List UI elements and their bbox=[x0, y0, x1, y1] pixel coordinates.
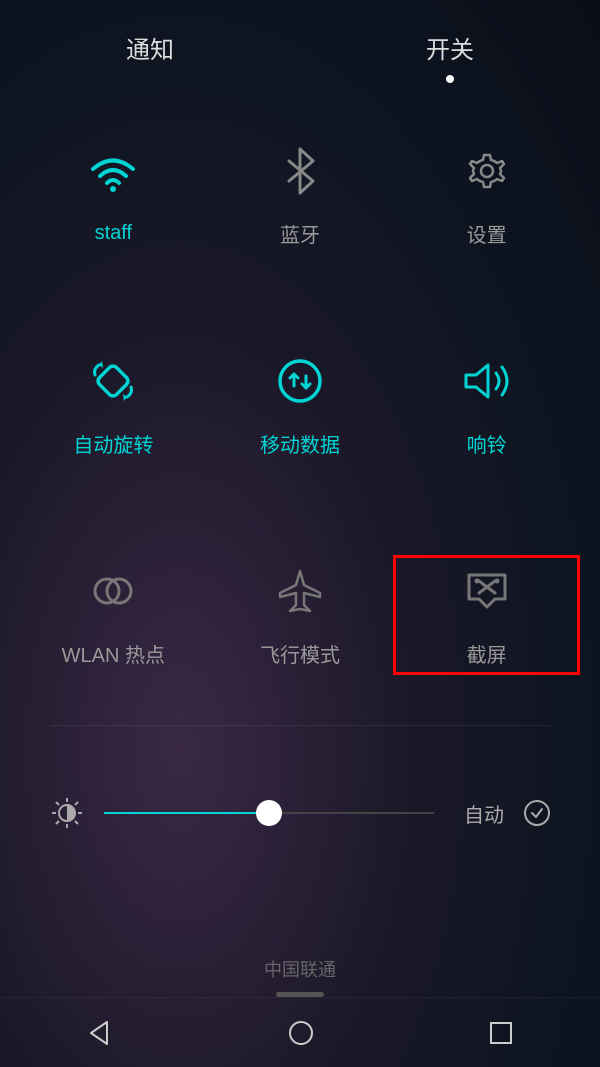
tab-toggles[interactable]: 开关 bbox=[426, 30, 474, 65]
sound-icon bbox=[459, 353, 515, 409]
brightness-row: 自动 bbox=[0, 726, 600, 830]
data-toggle[interactable]: 移动数据 bbox=[207, 345, 394, 465]
brightness-slider[interactable] bbox=[104, 812, 434, 814]
screenshot-label: 截屏 bbox=[467, 639, 507, 668]
settings-toggle[interactable]: 设置 bbox=[393, 135, 580, 255]
recent-button[interactable] bbox=[487, 1019, 515, 1047]
rotate-label: 自动旋转 bbox=[73, 429, 153, 458]
home-button[interactable] bbox=[286, 1018, 316, 1048]
auto-brightness-label: 自动 bbox=[464, 799, 504, 828]
back-button[interactable] bbox=[85, 1018, 115, 1048]
bluetooth-icon bbox=[272, 143, 328, 199]
hotspot-label: WLAN 热点 bbox=[62, 639, 165, 668]
auto-brightness-checkbox[interactable] bbox=[524, 800, 550, 826]
hotspot-toggle[interactable]: WLAN 热点 bbox=[20, 555, 207, 675]
airplane-toggle[interactable]: 飞行模式 bbox=[207, 555, 394, 675]
wifi-toggle[interactable]: staff bbox=[20, 135, 207, 255]
data-label: 移动数据 bbox=[260, 429, 340, 458]
rotate-icon bbox=[85, 353, 141, 409]
slider-thumb[interactable] bbox=[256, 800, 282, 826]
rotate-toggle[interactable]: 自动旋转 bbox=[20, 345, 207, 465]
gear-icon bbox=[459, 143, 515, 199]
screenshot-icon bbox=[459, 563, 515, 619]
hotspot-icon bbox=[85, 563, 141, 619]
sound-label: 响铃 bbox=[467, 429, 507, 458]
tab-notifications[interactable]: 通知 bbox=[126, 30, 174, 65]
airplane-label: 飞行模式 bbox=[260, 639, 340, 668]
sound-toggle[interactable]: 响铃 bbox=[393, 345, 580, 465]
nav-bar bbox=[0, 997, 600, 1067]
settings-label: 设置 bbox=[467, 219, 507, 248]
bluetooth-label: 蓝牙 bbox=[280, 219, 320, 248]
carrier-label: 中国联通 bbox=[0, 956, 600, 982]
wifi-label: staff bbox=[95, 222, 132, 245]
airplane-icon bbox=[272, 563, 328, 619]
toggles-grid: staff 蓝牙 设置 自动旋转 bbox=[0, 85, 600, 695]
panel-tabs: 通知 开关 bbox=[0, 0, 600, 85]
bluetooth-toggle[interactable]: 蓝牙 bbox=[207, 135, 394, 255]
data-icon bbox=[272, 353, 328, 409]
wifi-icon bbox=[85, 146, 141, 202]
screenshot-toggle[interactable]: 截屏 bbox=[393, 555, 580, 675]
brightness-icon bbox=[50, 796, 84, 830]
